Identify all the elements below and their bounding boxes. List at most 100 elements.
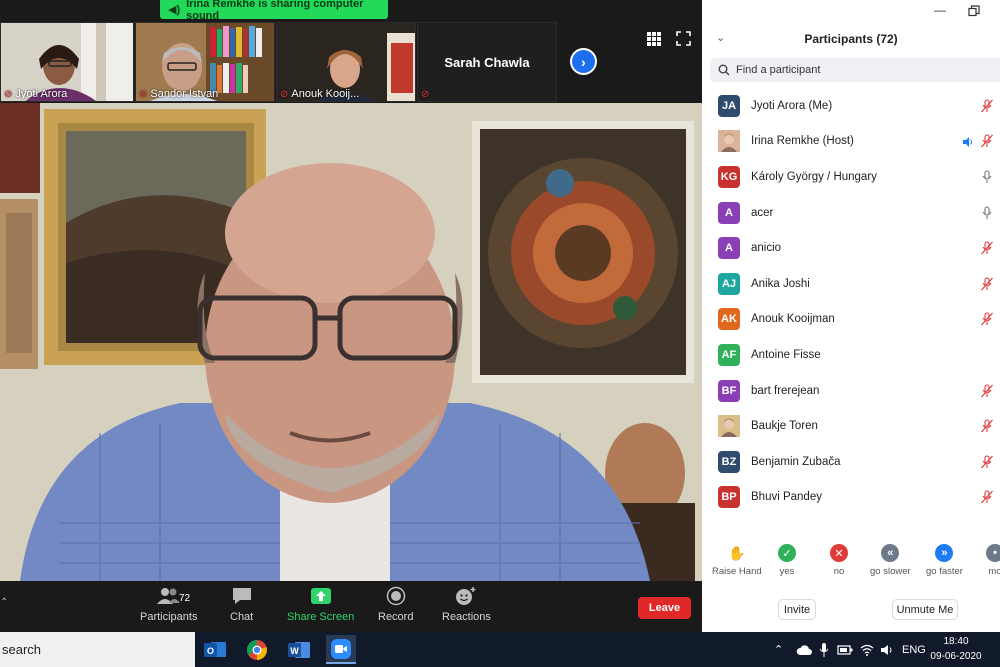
volume-icon[interactable] [880, 632, 894, 667]
reaction-mo-button[interactable]: • mo [986, 544, 1000, 577]
reactions-button[interactable]: Reactions [442, 585, 491, 623]
mic-muted-icon[interactable] [980, 490, 994, 504]
word-icon[interactable]: W [284, 635, 314, 664]
mic-muted-icon[interactable] [980, 312, 994, 326]
mic-muted-icon[interactable] [980, 277, 994, 291]
record-label: Record [378, 611, 414, 623]
reaction-label: yes [779, 566, 795, 577]
video-thumbnail-anouk[interactable]: ⊘ Anouk Kooij... [276, 22, 416, 102]
sound-share-banner: ◀) Irina Remkhe is sharing computer soun… [160, 0, 388, 22]
video-thumbnail-sarah[interactable]: Sarah Chawla ⊘ [417, 22, 557, 102]
avatar-initials: BF [721, 384, 737, 397]
more-icon: • [986, 544, 1000, 562]
reaction-raise-hand-button[interactable]: ✋ Raise Hand [712, 544, 762, 578]
fullscreen-icon[interactable] [676, 31, 691, 46]
video-thumbnail-sandor[interactable]: ⊘ Sandor Istvan [135, 22, 275, 102]
participant-row[interactable]: AK Anouk Kooijman [702, 302, 1000, 338]
restore-icon[interactable] [968, 4, 980, 18]
chat-button[interactable]: Chat [230, 585, 253, 623]
reactions-label: Reactions [442, 611, 491, 623]
avatar-initials: JA [721, 99, 737, 112]
avatar-initials: KG [720, 170, 738, 183]
battery-icon[interactable] [837, 632, 853, 667]
leave-button[interactable]: Leave [638, 597, 691, 619]
unmute-me-button[interactable]: Unmute Me [892, 599, 958, 620]
participant-row[interactable]: Aacer [702, 195, 1000, 231]
chat-label: Chat [230, 611, 254, 623]
language-indicator[interactable]: ENG [902, 632, 926, 667]
avatar-initials: A [725, 242, 733, 255]
participant-row[interactable]: Aanicio [702, 230, 1000, 266]
mic-muted-icon[interactable] [980, 99, 994, 113]
mic-muted-icon[interactable] [980, 134, 994, 148]
participant-search[interactable] [710, 58, 1000, 82]
reaction-go-slower-button[interactable]: « go slower [870, 544, 911, 577]
participants-icon [156, 585, 181, 607]
avatar: AK [718, 308, 740, 331]
microphone-icon[interactable] [980, 206, 994, 220]
participant-row[interactable]: BZ Benjamin Zubača [702, 444, 1000, 480]
speaker-video-scene [0, 103, 702, 581]
taskbar-clock[interactable]: 18:40 09-06-2020 [928, 634, 984, 664]
minimize-icon[interactable]: — [934, 3, 946, 17]
avatar: AJ [718, 272, 740, 295]
microphone-icon[interactable] [980, 170, 994, 184]
share-screen-label: Share Screen [287, 611, 355, 623]
smiley-icon [455, 585, 477, 607]
cloud-icon[interactable] [796, 632, 812, 667]
svg-text:O: O [207, 646, 214, 656]
avatar: BF [718, 379, 740, 402]
avatar-initials: A [725, 206, 733, 219]
share-screen-button[interactable]: Share Screen [287, 585, 354, 623]
microphone-icon[interactable] [819, 632, 829, 667]
thumbnail-name: Sarah Chawla [444, 54, 530, 70]
mic-muted-icon[interactable] [980, 383, 994, 398]
reaction-go-faster-button[interactable]: » go faster [926, 544, 963, 577]
taskbar-search-text: search [2, 642, 42, 657]
participant-row[interactable]: Baukje Toren [702, 408, 1000, 444]
participant-row[interactable]: AJ Anika Joshi [702, 266, 1000, 302]
wifi-icon[interactable] [860, 632, 874, 667]
search-input[interactable] [736, 64, 976, 76]
thumbnail-label: ⊘ Sandor Istvan [139, 88, 218, 100]
panel-title: Participants (72) [804, 32, 898, 46]
mic-muted-icon[interactable] [980, 455, 994, 469]
nonverbal-feedback-bar: ✋ Raise Hand ✓ yes ✕ no « go slower » go faster • m… [702, 544, 1000, 584]
gallery-view-icon[interactable] [647, 32, 661, 46]
reaction-no-button[interactable]: ✕ no [830, 544, 848, 577]
outlook-icon[interactable]: O [200, 635, 230, 664]
avatar: A [718, 237, 740, 260]
video-thumbnail-jyoti[interactable]: ⊘ Jyoti Arora [0, 22, 134, 102]
mic-muted-icon[interactable] [980, 419, 994, 433]
mic-muted-icon: ⊘ [139, 88, 148, 100]
participant-row[interactable]: JA Jyoti Arora (Me) [702, 88, 1000, 124]
participant-row[interactable]: Irina Remkhe (Host) [702, 124, 1000, 160]
participant-row[interactable]: BP Bhuvi Pandey [702, 480, 1000, 516]
chrome-icon[interactable] [242, 635, 272, 664]
participant-name: Antoine Fisse [751, 348, 821, 361]
invite-button[interactable]: Invite [778, 599, 816, 620]
record-button[interactable]: Record [378, 585, 413, 623]
reaction-label: Raise Hand [712, 566, 762, 577]
participants-button[interactable]: Participants [140, 585, 197, 623]
participant-row[interactable]: KG Károly György / Hungary [702, 159, 1000, 195]
participant-row[interactable]: BF bart frerejean [702, 373, 1000, 409]
check-icon: ✓ [778, 544, 796, 562]
avatar-initials: AF [721, 348, 737, 361]
participant-row[interactable]: AF Antoine Fisse [702, 337, 1000, 373]
zoom-app-icon[interactable] [326, 635, 356, 664]
caret-up-icon[interactable]: ⌃ [0, 597, 8, 608]
active-speaker-video [0, 103, 702, 581]
taskbar-search[interactable]: search [0, 632, 195, 667]
participant-name: Bhuvi Pandey [751, 491, 822, 504]
avatar: BP [718, 486, 740, 509]
mic-muted-icon[interactable] [980, 241, 994, 255]
tray-chevron-icon[interactable]: ⌃ [774, 632, 783, 667]
avatar-initials: AJ [721, 277, 737, 290]
mic-muted-icon: ⊘ [4, 88, 13, 100]
participant-list: JA Jyoti Arora (Me) Irina Remkhe (Host) KG K… [702, 88, 1000, 515]
reaction-yes-button[interactable]: ✓ yes [778, 544, 796, 577]
next-page-arrow-icon[interactable]: › [570, 48, 597, 75]
participant-name: Baukje Toren [751, 420, 818, 433]
participants-label: Participants [140, 611, 198, 623]
